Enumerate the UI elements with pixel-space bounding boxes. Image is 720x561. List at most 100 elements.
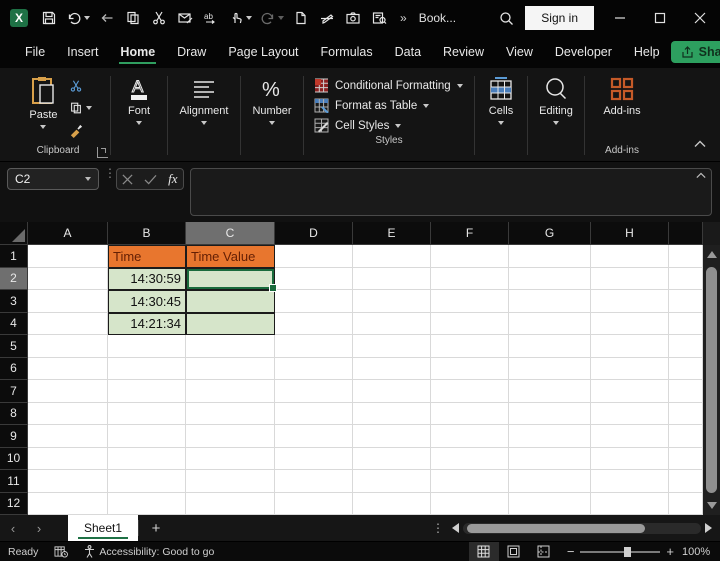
row-header-4[interactable]: 4 xyxy=(0,312,28,335)
number-button[interactable]: % Number xyxy=(245,72,298,129)
number-dropdown-icon[interactable] xyxy=(269,121,275,125)
alignment-button[interactable]: Alignment xyxy=(173,72,236,129)
cell-partial-7[interactable] xyxy=(669,380,703,403)
cell-partial-3[interactable] xyxy=(669,290,703,313)
cell-c7[interactable] xyxy=(186,380,275,403)
cell-e12[interactable] xyxy=(353,492,431,515)
format-as-table-button[interactable]: Format as Table xyxy=(314,98,464,113)
zoom-out-icon[interactable]: − xyxy=(567,544,575,559)
cell-f2[interactable] xyxy=(431,267,509,290)
vertical-scroll-thumb[interactable] xyxy=(706,267,717,493)
row-header-3[interactable]: 3 xyxy=(0,290,28,313)
column-header-g[interactable]: G xyxy=(509,222,591,245)
copy-button[interactable] xyxy=(67,100,94,116)
back-arrow-icon[interactable] xyxy=(94,4,120,32)
row-header-12[interactable]: 12 xyxy=(0,492,28,515)
cell-c8[interactable] xyxy=(186,402,275,425)
row-header-2[interactable]: 2 xyxy=(0,267,28,290)
conditional-formatting-button[interactable]: Conditional Formatting xyxy=(314,78,464,93)
cell-h10[interactable] xyxy=(591,447,669,470)
menu-tab-formulas[interactable]: Formulas xyxy=(310,38,384,67)
editing-button[interactable]: Editing xyxy=(532,72,580,129)
cell-d10[interactable] xyxy=(275,447,353,470)
cell-h9[interactable] xyxy=(591,425,669,448)
cell-b9[interactable] xyxy=(108,425,186,448)
row-header-8[interactable]: 8 xyxy=(0,402,28,425)
cell-a1[interactable] xyxy=(28,245,108,268)
cell-f6[interactable] xyxy=(431,357,509,380)
cell-h8[interactable] xyxy=(591,402,669,425)
scroll-down-icon[interactable] xyxy=(706,502,717,509)
cell-b11[interactable] xyxy=(108,470,186,493)
horizontal-scrollbar[interactable] xyxy=(452,515,712,541)
cell-h2[interactable] xyxy=(591,267,669,290)
cell-b5[interactable] xyxy=(108,335,186,358)
font-button[interactable]: A Font xyxy=(119,72,159,129)
undo-dropdown-icon[interactable] xyxy=(84,16,90,20)
cell-partial-1[interactable] xyxy=(669,245,703,268)
paste-dropdown-icon[interactable] xyxy=(40,125,47,129)
column-header-a[interactable]: A xyxy=(28,222,108,245)
cell-h4[interactable] xyxy=(591,312,669,335)
touch-mode-dropdown-icon[interactable] xyxy=(246,16,252,20)
cell-a9[interactable] xyxy=(28,425,108,448)
addins-button[interactable]: Add-ins xyxy=(596,72,647,121)
close-icon[interactable] xyxy=(680,0,720,36)
page-layout-view-icon[interactable] xyxy=(499,542,529,561)
cell-a6[interactable] xyxy=(28,357,108,380)
cell-styles-dropdown-icon[interactable] xyxy=(395,123,402,128)
cell-d1[interactable] xyxy=(275,245,353,268)
menu-tab-view[interactable]: View xyxy=(495,38,544,67)
cell-f7[interactable] xyxy=(431,380,509,403)
cell-h7[interactable] xyxy=(591,380,669,403)
column-header-b[interactable]: B xyxy=(108,222,186,245)
cell-a7[interactable] xyxy=(28,380,108,403)
cell-d2[interactable] xyxy=(275,267,353,290)
normal-view-icon[interactable] xyxy=(468,542,499,561)
cell-a3[interactable] xyxy=(28,290,108,313)
cell-e10[interactable] xyxy=(353,447,431,470)
row-header-7[interactable]: 7 xyxy=(0,380,28,403)
accessibility-status[interactable]: Accessibility: Good to go xyxy=(76,542,222,561)
cell-b7[interactable] xyxy=(108,380,186,403)
format-as-table-dropdown-icon[interactable] xyxy=(423,103,430,108)
cell-e1[interactable] xyxy=(353,245,431,268)
cell-g2[interactable] xyxy=(509,267,591,290)
undo-icon[interactable] xyxy=(62,4,94,32)
formula-bar-collapse-icon[interactable] xyxy=(696,170,706,182)
cell-e4[interactable] xyxy=(353,312,431,335)
touch-mode-icon[interactable] xyxy=(224,4,256,32)
zoom-in-icon[interactable]: + xyxy=(666,544,674,559)
select-all-corner[interactable] xyxy=(0,222,28,245)
name-box-dropdown-icon[interactable] xyxy=(85,177,91,181)
email-icon[interactable] xyxy=(172,4,198,32)
cut-button[interactable] xyxy=(67,78,94,94)
cell-g7[interactable] xyxy=(509,380,591,403)
cell-g11[interactable] xyxy=(509,470,591,493)
formula-bar-grip-icon[interactable]: ⋮ xyxy=(104,167,116,179)
macro-record-icon[interactable] xyxy=(46,542,76,561)
new-file-icon[interactable] xyxy=(288,4,314,32)
cell-f9[interactable] xyxy=(431,425,509,448)
research-icon[interactable] xyxy=(366,4,392,32)
cell-c11[interactable] xyxy=(186,470,275,493)
cell-a5[interactable] xyxy=(28,335,108,358)
menu-tab-home[interactable]: Home xyxy=(109,38,166,67)
cell-g3[interactable] xyxy=(509,290,591,313)
cell-partial-10[interactable] xyxy=(669,447,703,470)
cell-styles-button[interactable]: Cell Styles xyxy=(314,118,464,133)
cell-g6[interactable] xyxy=(509,357,591,380)
cell-e3[interactable] xyxy=(353,290,431,313)
clipboard-dialog-launcher-icon[interactable] xyxy=(97,147,108,158)
cell-c1[interactable]: Time Value xyxy=(186,245,275,268)
cell-c3[interactable] xyxy=(186,290,275,313)
menu-tab-file[interactable]: File xyxy=(14,38,56,67)
name-box[interactable]: C2 xyxy=(7,168,99,190)
cell-b6[interactable] xyxy=(108,357,186,380)
cell-e9[interactable] xyxy=(353,425,431,448)
column-header-d[interactable]: D xyxy=(275,222,353,245)
menu-tab-page-layout[interactable]: Page Layout xyxy=(217,38,309,67)
share-button[interactable]: Share xyxy=(670,41,720,63)
formula-input[interactable] xyxy=(190,168,712,216)
sheet-tab-sheet1[interactable]: Sheet1 xyxy=(68,515,139,541)
